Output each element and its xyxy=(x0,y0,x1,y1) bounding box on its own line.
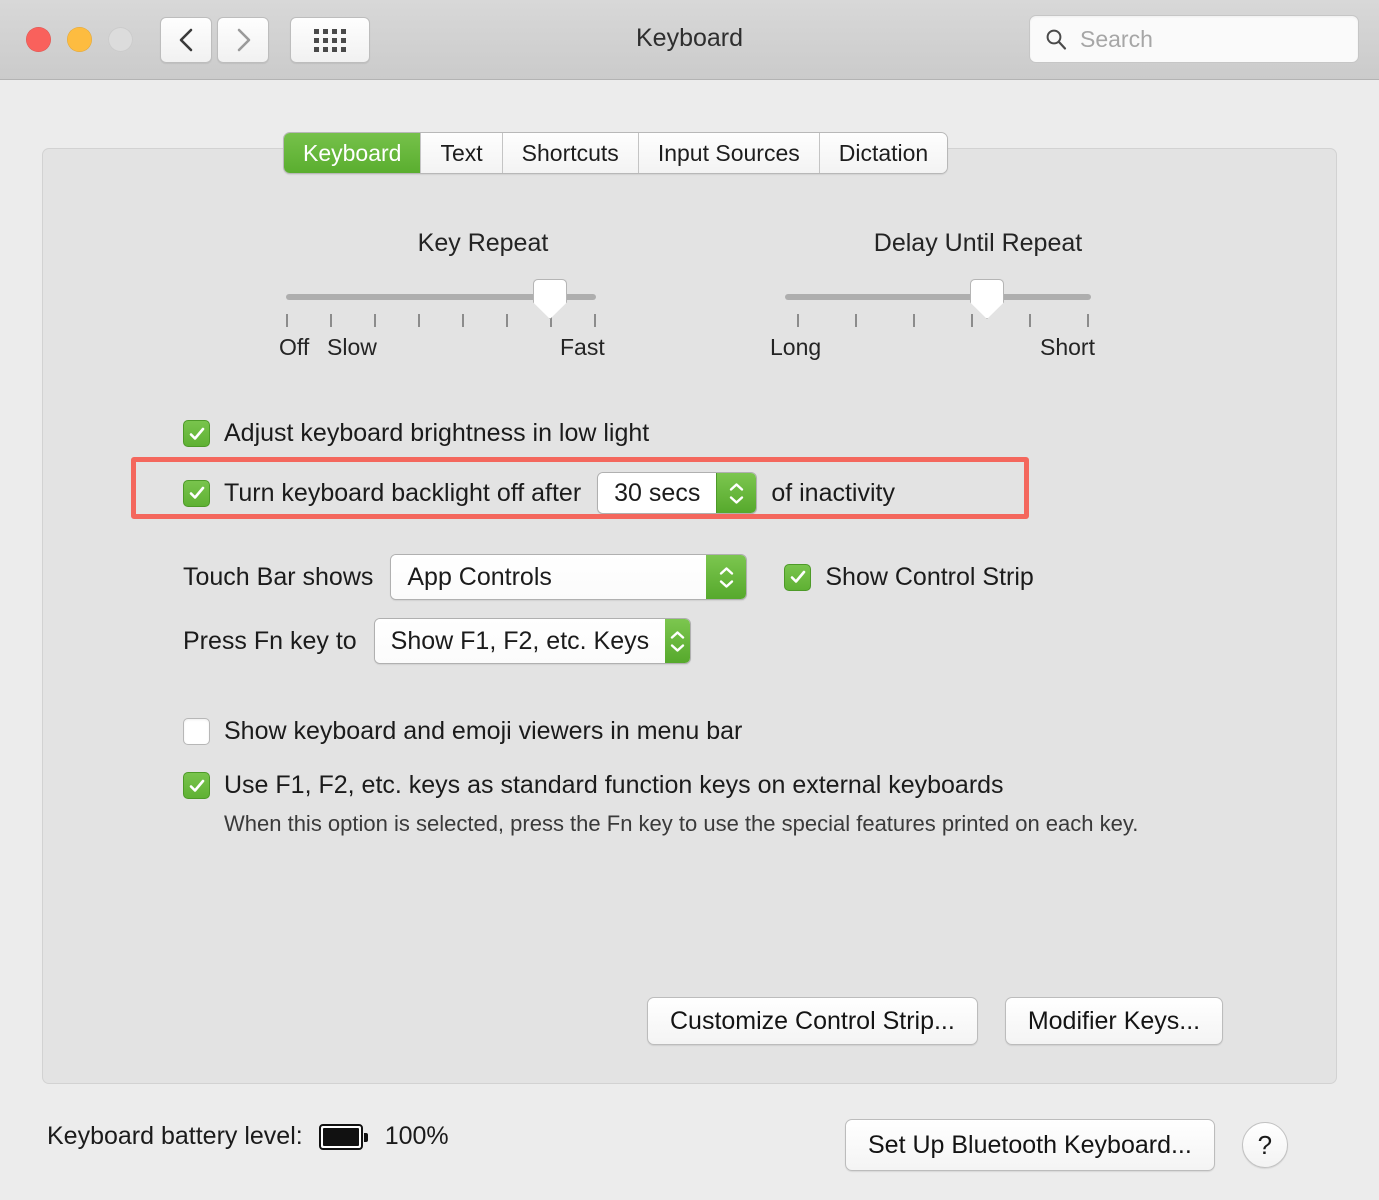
search-placeholder: Search xyxy=(1080,25,1153,52)
chevron-down-icon xyxy=(730,495,744,504)
key-repeat-fast-label: Fast xyxy=(560,334,605,360)
checkmark-icon xyxy=(790,570,806,583)
panel-action-buttons: Customize Control Strip... Modifier Keys… xyxy=(647,997,1224,1045)
adjust-brightness-label: Adjust keyboard brightness in low light xyxy=(224,419,650,447)
battery-icon xyxy=(318,1123,368,1150)
adjust-brightness-row[interactable]: Adjust keyboard brightness in low light xyxy=(183,419,649,448)
control-strip-checkbox[interactable] xyxy=(784,563,812,591)
fn-key-popup[interactable]: Show F1, F2, etc. Keys xyxy=(373,618,691,664)
touch-bar-row: Touch Bar shows App Controls Show Contro… xyxy=(183,554,1034,600)
emoji-viewer-row[interactable]: Show keyboard and emoji viewers in menu … xyxy=(183,717,742,746)
tab-shortcuts[interactable]: Shortcuts xyxy=(502,133,639,173)
backlight-off-label-after: of inactivity xyxy=(771,478,895,507)
battery-percent: 100% xyxy=(384,1122,449,1150)
adjust-brightness-checkbox[interactable] xyxy=(183,420,210,447)
touch-bar-popup[interactable]: App Controls xyxy=(390,554,748,600)
customize-control-strip-button[interactable]: Customize Control Strip... xyxy=(647,997,978,1045)
keyboard-settings-panel: Key Repeat Off Slow Fast Delay Until Rep… xyxy=(42,148,1337,1084)
search-icon xyxy=(1046,29,1067,50)
chevron-down-icon xyxy=(670,643,685,652)
delay-repeat-long-label: Long xyxy=(770,334,822,360)
function-keys-label: Use F1, F2, etc. keys as standard functi… xyxy=(224,771,1004,799)
fn-key-popup-arrows[interactable] xyxy=(665,619,690,663)
touch-bar-label: Touch Bar shows xyxy=(183,562,374,591)
help-button[interactable]: ? xyxy=(1241,1122,1288,1168)
footer-actions: Set Up Bluetooth Keyboard... ? xyxy=(845,1119,1288,1171)
search-field[interactable]: Search xyxy=(1029,15,1359,63)
tab-dictation[interactable]: Dictation xyxy=(819,133,948,173)
preference-tabs: Keyboard Text Shortcuts Input Sources Di… xyxy=(283,132,949,174)
checkmark-icon xyxy=(189,779,204,792)
chevron-up-icon xyxy=(719,566,734,575)
emoji-viewer-checkbox[interactable] xyxy=(183,718,210,745)
tab-input-sources[interactable]: Input Sources xyxy=(638,133,820,173)
key-repeat-slider-group: Key Repeat Off Slow Fast xyxy=(243,229,723,360)
chevron-up-icon xyxy=(730,482,744,491)
checkmark-icon xyxy=(189,427,204,440)
backlight-off-checkbox[interactable] xyxy=(183,479,210,507)
touch-bar-popup-arrows[interactable] xyxy=(706,555,747,599)
checkmark-icon xyxy=(189,486,204,499)
backlight-delay-arrows[interactable] xyxy=(716,473,757,513)
fn-key-row: Press Fn key to Show F1, F2, etc. Keys xyxy=(183,618,691,664)
function-keys-row[interactable]: Use F1, F2, etc. keys as standard functi… xyxy=(183,771,1004,800)
modifier-keys-button[interactable]: Modifier Keys... xyxy=(1004,997,1224,1045)
chevron-down-icon xyxy=(719,579,734,588)
touch-bar-value: App Controls xyxy=(391,555,707,599)
window-title-bar: Keyboard Search xyxy=(0,0,1379,80)
battery-fill xyxy=(322,1127,359,1146)
chevron-up-icon xyxy=(670,630,685,639)
delay-until-repeat-slider-group: Delay Until Repeat Long Short xyxy=(743,229,1213,360)
key-repeat-thumb[interactable] xyxy=(533,279,567,319)
backlight-delay-stepper[interactable]: 30 secs xyxy=(597,472,758,514)
fn-key-value: Show F1, F2, etc. Keys xyxy=(374,619,666,663)
tab-keyboard[interactable]: Keyboard xyxy=(284,133,422,173)
backlight-delay-value: 30 secs xyxy=(598,473,717,513)
delay-repeat-short-label: Short xyxy=(1040,334,1095,360)
fn-key-label: Press Fn key to xyxy=(183,626,357,655)
delay-until-repeat-label: Delay Until Repeat xyxy=(873,229,1083,257)
emoji-viewer-label: Show keyboard and emoji viewers in menu … xyxy=(224,717,743,745)
battery-level-label: Keyboard battery level: xyxy=(47,1122,303,1150)
function-keys-checkbox[interactable] xyxy=(183,772,210,799)
backlight-off-row[interactable]: Turn keyboard backlight off after 30 sec… xyxy=(183,472,895,514)
function-keys-note: When this option is selected, press the … xyxy=(224,811,1139,836)
battery-status: Keyboard battery level: 100% xyxy=(47,1122,449,1151)
delay-repeat-thumb[interactable] xyxy=(970,279,1004,319)
key-repeat-label: Key Repeat xyxy=(417,229,549,257)
key-repeat-off-label: Off xyxy=(279,334,310,360)
tab-text[interactable]: Text xyxy=(421,133,503,173)
key-repeat-slow-label: Slow xyxy=(327,334,377,360)
control-strip-label: Show Control Strip xyxy=(825,562,1034,591)
delay-repeat-track[interactable] xyxy=(785,294,1091,300)
setup-bluetooth-keyboard-button[interactable]: Set Up Bluetooth Keyboard... xyxy=(845,1119,1215,1171)
delay-repeat-ticks xyxy=(785,314,1091,327)
backlight-off-label-before: Turn keyboard backlight off after xyxy=(224,478,582,507)
